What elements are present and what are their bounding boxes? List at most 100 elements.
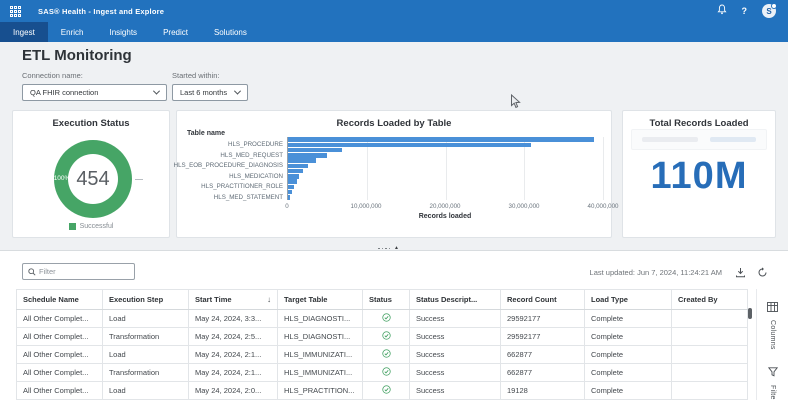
column-header-start-time[interactable]: Start Time↓ xyxy=(189,290,278,310)
table-row[interactable]: All Other Complet...LoadMay 24, 2024, 2:… xyxy=(17,346,748,364)
side-tab-filters[interactable]: Filters xyxy=(768,364,778,400)
connection-name-select[interactable]: QA FHIR connection xyxy=(22,84,167,101)
last-updated-text: Last updated: Jun 7, 2024, 11:24:21 AM xyxy=(590,268,722,277)
table-cell: Complete xyxy=(585,328,672,346)
table-cell: May 24, 2024, 2:1... xyxy=(189,364,278,382)
nav-tab-enrich[interactable]: Enrich xyxy=(48,22,97,42)
table-scrollbar[interactable] xyxy=(748,308,752,400)
table-cell xyxy=(672,382,748,400)
table-row[interactable]: All Other Complet...TransformationMay 24… xyxy=(17,364,748,382)
status-cell xyxy=(363,328,410,346)
bar-unlabeled[interactable] xyxy=(288,158,316,162)
columns-grid-icon xyxy=(767,299,778,317)
table-cell xyxy=(672,328,748,346)
filter-input[interactable] xyxy=(39,267,119,276)
table-cell: HLS_DIAGNOSTI... xyxy=(278,328,363,346)
legend-swatch-successful xyxy=(69,223,76,230)
y-tick-label: HLS_MED_STATEMENT xyxy=(177,195,287,200)
table-cell: Load xyxy=(103,310,189,328)
app-bar-actions: ? S xyxy=(717,2,777,20)
fading-tooltip xyxy=(631,129,767,150)
column-header-status-descript[interactable]: Status Descript... xyxy=(410,290,501,310)
donut-percent-label: 100% xyxy=(52,175,72,182)
splitter-handle[interactable]: ▲ xyxy=(378,246,399,251)
table-cell: All Other Complet... xyxy=(17,382,103,400)
chevron-down-icon xyxy=(234,88,241,95)
avatar[interactable]: S xyxy=(762,4,776,18)
bar-HLS_PROCEDURE[interactable] xyxy=(288,143,531,147)
table-cell: All Other Complet... xyxy=(17,364,103,382)
bar-unlabeled[interactable] xyxy=(288,190,292,194)
column-header-execution-step[interactable]: Execution Step xyxy=(103,290,189,310)
table-cell xyxy=(672,310,748,328)
bar-unlabeled[interactable] xyxy=(288,137,594,141)
download-icon[interactable] xyxy=(735,265,746,283)
table-cell: 29592177 xyxy=(501,310,585,328)
column-header-created-by[interactable]: Created By xyxy=(672,290,748,310)
status-cell xyxy=(363,346,410,364)
app-title: SAS® Health - Ingest and Explore xyxy=(38,7,164,16)
side-tab-label: Filters xyxy=(769,385,776,400)
started-within-label: Started within: xyxy=(172,71,248,80)
table-cell: All Other Complet... xyxy=(17,328,103,346)
help-icon[interactable]: ? xyxy=(742,6,748,16)
bar-unlabeled[interactable] xyxy=(288,169,303,173)
x-tick-label: 40,000,000 xyxy=(588,203,619,210)
nav-tab-ingest[interactable]: Ingest xyxy=(0,22,48,42)
scrollbar-thumb[interactable] xyxy=(748,308,752,319)
filter-box xyxy=(22,263,135,280)
nav-tab-insights[interactable]: Insights xyxy=(96,22,150,42)
status-cell xyxy=(363,382,410,400)
nav-tabs: IngestEnrichInsightsPredictSolutions xyxy=(0,22,788,42)
column-header-record-count[interactable]: Record Count xyxy=(501,290,585,310)
table-cell: Success xyxy=(410,310,501,328)
column-header-schedule-name[interactable]: Schedule Name xyxy=(17,290,103,310)
table-row[interactable]: All Other Complet...TransformationMay 24… xyxy=(17,328,748,346)
bar-HLS_MED_STATEMENT[interactable] xyxy=(288,195,290,199)
notifications-bell-icon[interactable] xyxy=(717,2,727,20)
table-cell: Transformation xyxy=(103,328,189,346)
y-axis-labels: HLS_PROCEDUREHLS_MED_REQUESTHLS_EOB_PROC… xyxy=(177,137,287,200)
table-cell: May 24, 2024, 2:5... xyxy=(189,328,278,346)
bar-unlabeled[interactable] xyxy=(288,148,342,152)
execution-status-card: Execution Status 454 100% Successful xyxy=(12,110,170,238)
table-row[interactable]: All Other Complet...LoadMay 24, 2024, 2:… xyxy=(17,382,748,400)
execution-status-title: Execution Status xyxy=(13,118,169,129)
success-check-icon xyxy=(382,385,391,394)
column-header-status[interactable]: Status xyxy=(363,290,410,310)
y-axis-title: Table name xyxy=(187,130,225,137)
started-within-select[interactable]: Last 6 months xyxy=(172,84,248,101)
table-row[interactable]: All Other Complet...LoadMay 24, 2024, 3:… xyxy=(17,310,748,328)
started-within-value: Last 6 months xyxy=(180,88,227,97)
x-tick-label: 20,000,000 xyxy=(430,203,461,210)
app-switcher-icon[interactable] xyxy=(10,6,21,17)
gridline xyxy=(603,137,604,200)
table-cell: Complete xyxy=(585,310,672,328)
records-by-table-card: Records Loaded by Table Table name HLS_P… xyxy=(176,110,612,238)
table-section: Last updated: Jun 7, 2024, 11:24:21 AM S… xyxy=(0,250,788,400)
x-axis-title: Records loaded xyxy=(287,213,603,220)
table-cell: Load xyxy=(103,346,189,364)
records-by-table-title: Records Loaded by Table xyxy=(177,118,611,129)
bar-HLS_EOB_PROCEDURE_DIAGNOSIS[interactable] xyxy=(288,164,308,168)
column-header-load-type[interactable]: Load Type xyxy=(585,290,672,310)
x-tick-label: 0 xyxy=(285,203,288,210)
sort-descending-icon[interactable]: ↓ xyxy=(267,295,271,304)
bar-unlabeled[interactable] xyxy=(288,179,297,183)
bar-HLS_MEDICATION[interactable] xyxy=(288,174,299,178)
refresh-icon[interactable] xyxy=(757,265,768,283)
nav-tab-solutions[interactable]: Solutions xyxy=(201,22,260,42)
donut-leader-line xyxy=(135,179,143,180)
table-cell: Success xyxy=(410,364,501,382)
tooltip-faded-text xyxy=(642,137,698,142)
side-tab-columns[interactable]: Columns xyxy=(767,299,778,350)
nav-tab-predict[interactable]: Predict xyxy=(150,22,201,42)
column-header-target-table[interactable]: Target Table xyxy=(278,290,363,310)
bar-HLS_MED_REQUEST[interactable] xyxy=(288,153,327,157)
bar-HLS_PRACTITIONER_ROLE[interactable] xyxy=(288,185,294,189)
x-tick-label: 10,000,000 xyxy=(351,203,382,210)
etl-results-table: Schedule NameExecution StepStart Time↓Ta… xyxy=(16,289,748,400)
bar-plot-area[interactable] xyxy=(287,137,603,200)
right-side-panel: Columns Filters xyxy=(756,289,788,400)
table-cell: HLS_IMMUNIZATI... xyxy=(278,346,363,364)
